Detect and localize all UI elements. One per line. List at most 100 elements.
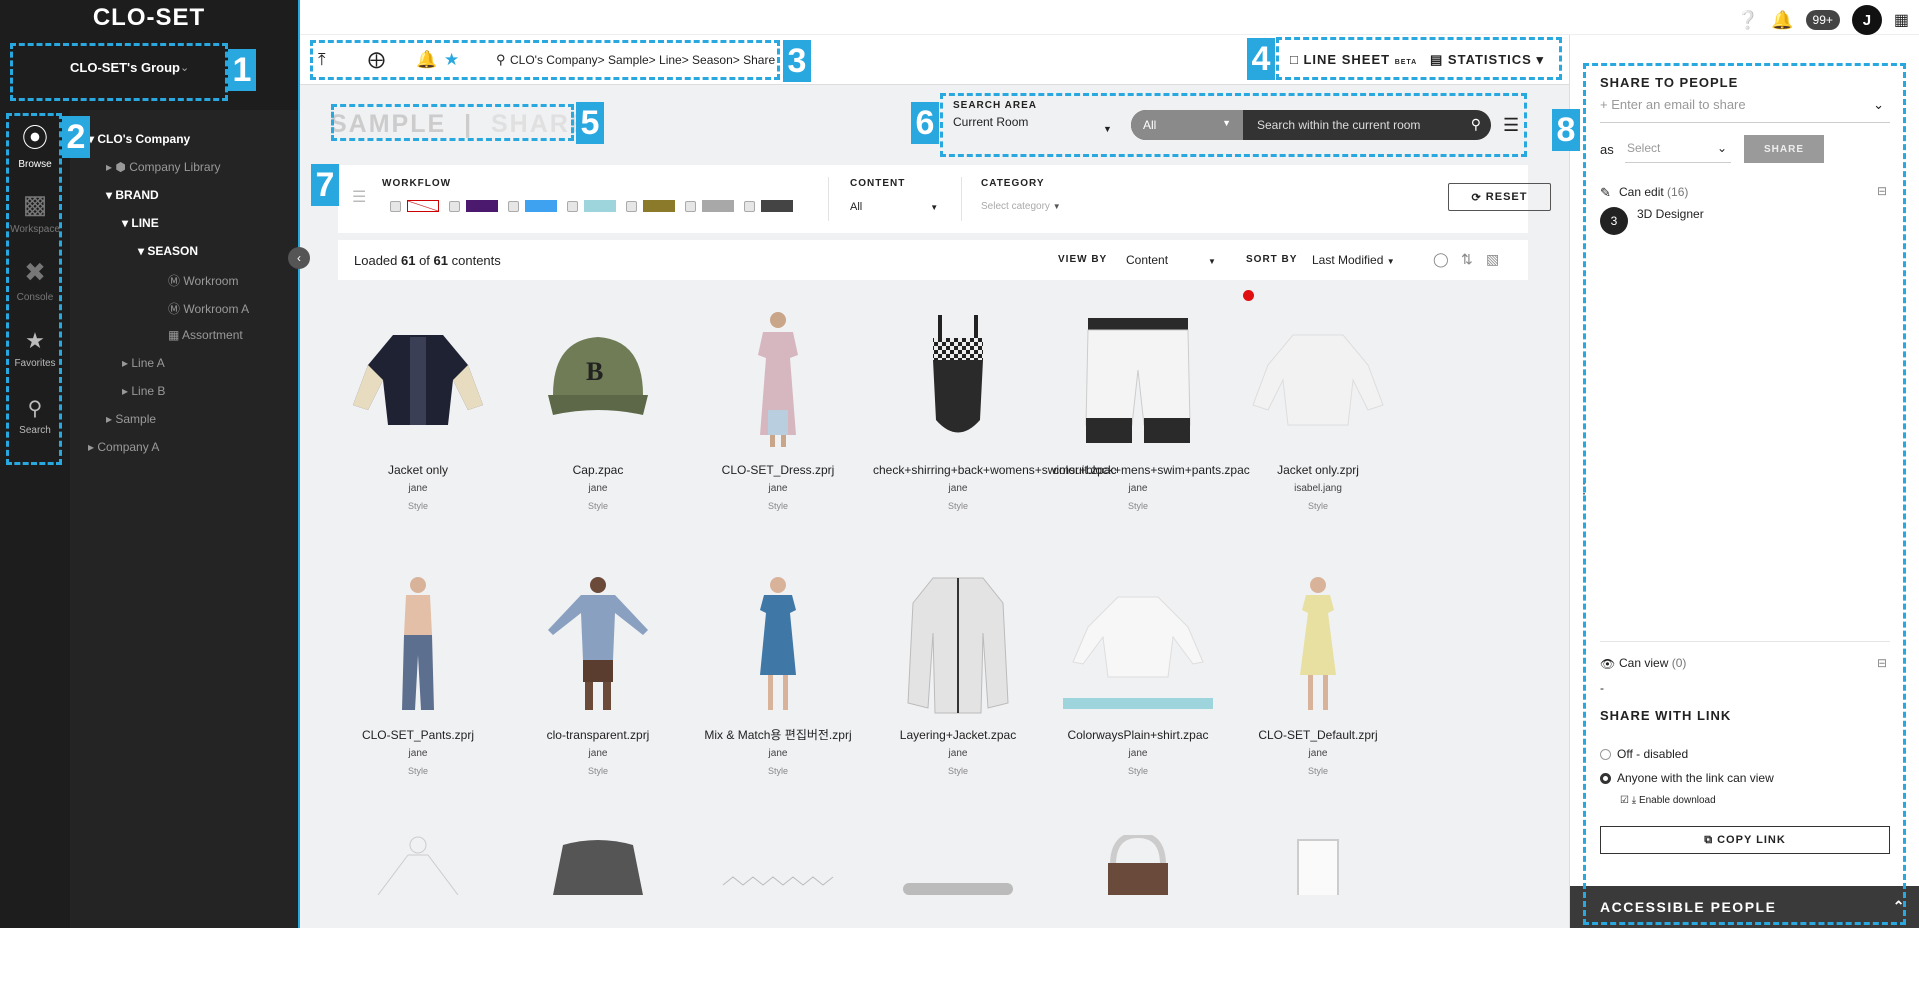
- radio-on[interactable]: [1600, 773, 1611, 784]
- star-favorite-icon[interactable]: ★: [444, 50, 459, 70]
- content-card[interactable]: Mix & Match용 편집버전.zprjjaneStyle: [693, 570, 863, 776]
- panel-resize-handle[interactable]: ⋮: [1577, 480, 1591, 497]
- content-card[interactable]: [1233, 835, 1403, 985]
- thumbnail[interactable]: [873, 835, 1043, 985]
- workflow-swatch[interactable]: [449, 200, 498, 212]
- radio-off[interactable]: [1600, 749, 1611, 760]
- category-select[interactable]: Select category ▼: [981, 201, 1061, 212]
- collapse-sidebar-button[interactable]: ‹: [288, 247, 310, 269]
- sort-order-icon[interactable]: ⇅: [1461, 251, 1473, 268]
- nav-browse[interactable]: ⦿Browse: [0, 110, 70, 178]
- content-card[interactable]: [333, 835, 503, 985]
- tree-item-line-b[interactable]: ▸ Line B: [122, 384, 165, 398]
- item-name[interactable]: check+shirring+back+womens+swimsuit.zpac: [873, 463, 1043, 478]
- accessible-people-bar[interactable]: ACCESSIBLE PEOPLE⌃: [1570, 886, 1919, 928]
- breadcrumb[interactable]: CLO's Company> Sample> Line> Season> Sha…: [510, 53, 775, 67]
- thumbnail[interactable]: [513, 570, 683, 720]
- content-card[interactable]: Jacket onlyjaneStyle: [333, 305, 503, 511]
- checkbox-checked[interactable]: ☑: [1620, 795, 1629, 806]
- content-card[interactable]: CLO-SET_Dress.zprjjaneStyle: [693, 305, 863, 511]
- share-button[interactable]: SHARE: [1744, 135, 1824, 163]
- user-avatar[interactable]: J: [1852, 5, 1882, 35]
- tree-item-company-a[interactable]: ▸ Company A: [88, 440, 159, 454]
- content-card[interactable]: B Cap.zpacjaneStyle: [513, 305, 683, 511]
- item-name[interactable]: Jacket only.zprj: [1233, 463, 1403, 478]
- item-name[interactable]: clo-transparent.zprj: [513, 728, 683, 743]
- upload-icon[interactable]: ⤒: [318, 50, 326, 70]
- nav-search[interactable]: ⚲Search: [0, 382, 70, 450]
- tree-item-line-a[interactable]: ▸ Line A: [122, 356, 165, 370]
- link-on-option[interactable]: Anyone with the link can view: [1600, 771, 1774, 785]
- thumbnail[interactable]: [1233, 305, 1403, 455]
- checkbox[interactable]: [508, 201, 519, 212]
- help-icon[interactable]: ❔: [1737, 10, 1759, 31]
- item-name[interactable]: Mix & Match용 편집버전.zprj: [693, 728, 863, 743]
- search-scope-select[interactable]: All▼: [1131, 110, 1243, 140]
- thumbnail[interactable]: [1233, 835, 1403, 985]
- content-card[interactable]: color+block+mens+swim+pants.zpacjaneStyl…: [1053, 305, 1223, 511]
- thumbnail[interactable]: [693, 835, 863, 985]
- thumbnail[interactable]: [1053, 305, 1223, 455]
- nav-favorites[interactable]: ★Favorites: [0, 314, 70, 382]
- content-card[interactable]: [513, 835, 683, 985]
- tree-item-sample[interactable]: ▸ Sample: [106, 412, 156, 426]
- apps-grid-icon[interactable]: ▦: [1894, 10, 1909, 30]
- content-card[interactable]: [873, 835, 1043, 985]
- workflow-swatch[interactable]: [626, 200, 675, 212]
- tree-item-workroom[interactable]: Ⓜ Workroom: [168, 272, 238, 289]
- notification-badge[interactable]: 99+: [1806, 10, 1840, 30]
- filter-toggle-icon[interactable]: ☰: [352, 187, 366, 207]
- workflow-swatch[interactable]: [508, 200, 557, 212]
- add-icon[interactable]: ⨁: [368, 50, 385, 70]
- thumbnail[interactable]: [333, 305, 503, 455]
- content-card[interactable]: CLO-SET_Pants.zprjjaneStyle: [333, 570, 503, 776]
- tree-item-assortment[interactable]: ▦ Assortment: [168, 328, 243, 342]
- checkbox[interactable]: [626, 201, 637, 212]
- thumbnail[interactable]: [1233, 570, 1403, 720]
- view-by-select[interactable]: Content▼: [1126, 253, 1216, 267]
- item-name[interactable]: CLO-SET_Dress.zprj: [693, 463, 863, 478]
- link-off-option[interactable]: Off - disabled: [1600, 747, 1688, 761]
- nav-workspace[interactable]: ▩Workspace: [0, 178, 70, 246]
- thumbnail[interactable]: [513, 835, 683, 985]
- statistics-button[interactable]: ▤ STATISTICS ▾: [1430, 52, 1544, 68]
- checkbox[interactable]: [449, 201, 460, 212]
- thumbnail[interactable]: B: [513, 305, 683, 455]
- content-card[interactable]: [693, 835, 863, 985]
- thumbnail[interactable]: [693, 570, 863, 720]
- collapse-view-icon[interactable]: ⊟: [1877, 656, 1887, 670]
- checkbox[interactable]: [744, 201, 755, 212]
- search-input[interactable]: Search within the current room: [1243, 110, 1461, 140]
- editor-name[interactable]: 3D Designer: [1637, 207, 1704, 221]
- thumbnail[interactable]: [873, 570, 1043, 720]
- reset-button[interactable]: ⟳ RESET: [1448, 183, 1551, 211]
- search-icon[interactable]: ⚲: [1461, 110, 1491, 140]
- export-excel-icon[interactable]: ▧: [1486, 251, 1499, 268]
- filter-settings-icon[interactable]: ☰: [1503, 115, 1519, 136]
- workflow-swatch[interactable]: [685, 200, 734, 212]
- tree-item-company-library[interactable]: ▸ ⬢ Company Library: [106, 160, 221, 174]
- collapse-edit-icon[interactable]: ⊟: [1877, 184, 1887, 198]
- item-name[interactable]: Layering+Jacket.zpac: [873, 728, 1043, 743]
- content-card[interactable]: Layering+Jacket.zpacjaneStyle: [873, 570, 1043, 776]
- checkbox[interactable]: [685, 201, 696, 212]
- item-name[interactable]: ColorwaysPlain+shirt.zpac: [1053, 728, 1223, 743]
- line-sheet-button[interactable]: □ LINE SHEET BETA: [1290, 52, 1417, 67]
- workflow-swatch[interactable]: [744, 200, 793, 212]
- workflow-swatch[interactable]: [390, 200, 439, 212]
- content-card[interactable]: ColorwaysPlain+shirt.zpacjaneStyle: [1053, 570, 1223, 776]
- workflow-swatch[interactable]: [567, 200, 616, 212]
- email-input[interactable]: + Enter an email to share⌄: [1600, 97, 1890, 123]
- content-card[interactable]: CLO-SET_Default.zprjjaneStyle: [1233, 570, 1403, 776]
- tree-item-clos-company[interactable]: ▾ CLO's Company: [88, 132, 190, 146]
- enable-download-option[interactable]: ☑ ⤓ Enable download: [1620, 795, 1716, 806]
- checkbox[interactable]: [390, 201, 401, 212]
- content-card[interactable]: [1053, 835, 1223, 985]
- role-select[interactable]: Select⌄: [1625, 135, 1731, 163]
- tree-item-line[interactable]: ▾ LINE: [122, 216, 159, 230]
- thumbnail[interactable]: [333, 835, 503, 985]
- thumbnail[interactable]: [693, 305, 863, 455]
- item-name[interactable]: CLO-SET_Pants.zprj: [333, 728, 503, 743]
- sort-by-select[interactable]: Last Modified ▼: [1312, 253, 1395, 267]
- search-area-select[interactable]: SEARCH AREA Current Room▼: [953, 100, 1123, 129]
